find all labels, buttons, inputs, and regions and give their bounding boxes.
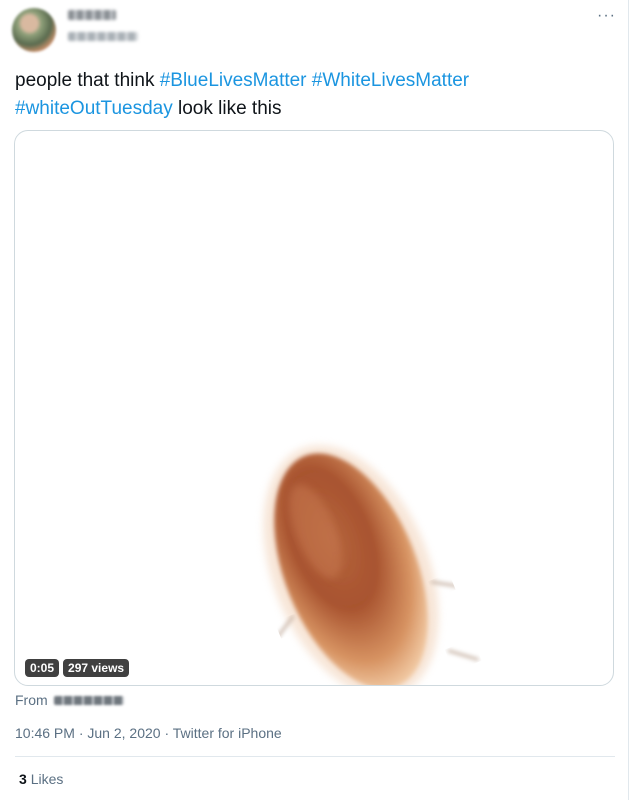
likes-count: 3 (19, 771, 27, 787)
cockroach-video-frame (263, 445, 479, 685)
display-name-redacted[interactable] (68, 10, 116, 20)
tweet-metadata: 10:46 PM · Jun 2, 2020 · Twitter for iPh… (15, 725, 282, 741)
meta-separator: · (78, 725, 84, 741)
hashtag-link[interactable]: #WhiteLivesMatter (312, 70, 469, 91)
divider (15, 756, 615, 757)
view-count-badge: 297 views (63, 659, 130, 677)
more-options-icon[interactable]: ··· (597, 8, 616, 24)
tweet-text-suffix: look like this (172, 98, 282, 119)
handle-redacted[interactable] (68, 32, 138, 41)
from-attribution: From (15, 692, 124, 708)
hashtag-link[interactable]: #whiteOutTuesday (15, 98, 173, 119)
likes-label: Likes (30, 771, 64, 787)
tweet-time[interactable]: 10:46 PM (15, 725, 75, 741)
source-account-redacted[interactable] (53, 695, 124, 705)
video-player[interactable]: 0:05 297 views (14, 130, 614, 686)
video-duration-badge: 0:05 (25, 659, 60, 677)
avatar[interactable] (12, 8, 56, 52)
video-badges: 0:05 297 views (25, 659, 130, 677)
tweet-client[interactable]: Twitter for iPhone (173, 725, 282, 741)
meta-separator: · (164, 725, 170, 741)
tweet-date[interactable]: Jun 2, 2020 (87, 725, 160, 741)
from-label: From (15, 692, 48, 708)
tweet-text-prefix: people that think (15, 70, 160, 91)
likes-count-link[interactable]: 3 Likes (19, 771, 63, 787)
hashtag-link[interactable]: #BlueLivesMatter (160, 70, 307, 91)
tweet-card: ··· people that think #BlueLivesMatter #… (0, 0, 629, 800)
tweet-text: people that think #BlueLivesMatter #Whit… (15, 67, 615, 123)
